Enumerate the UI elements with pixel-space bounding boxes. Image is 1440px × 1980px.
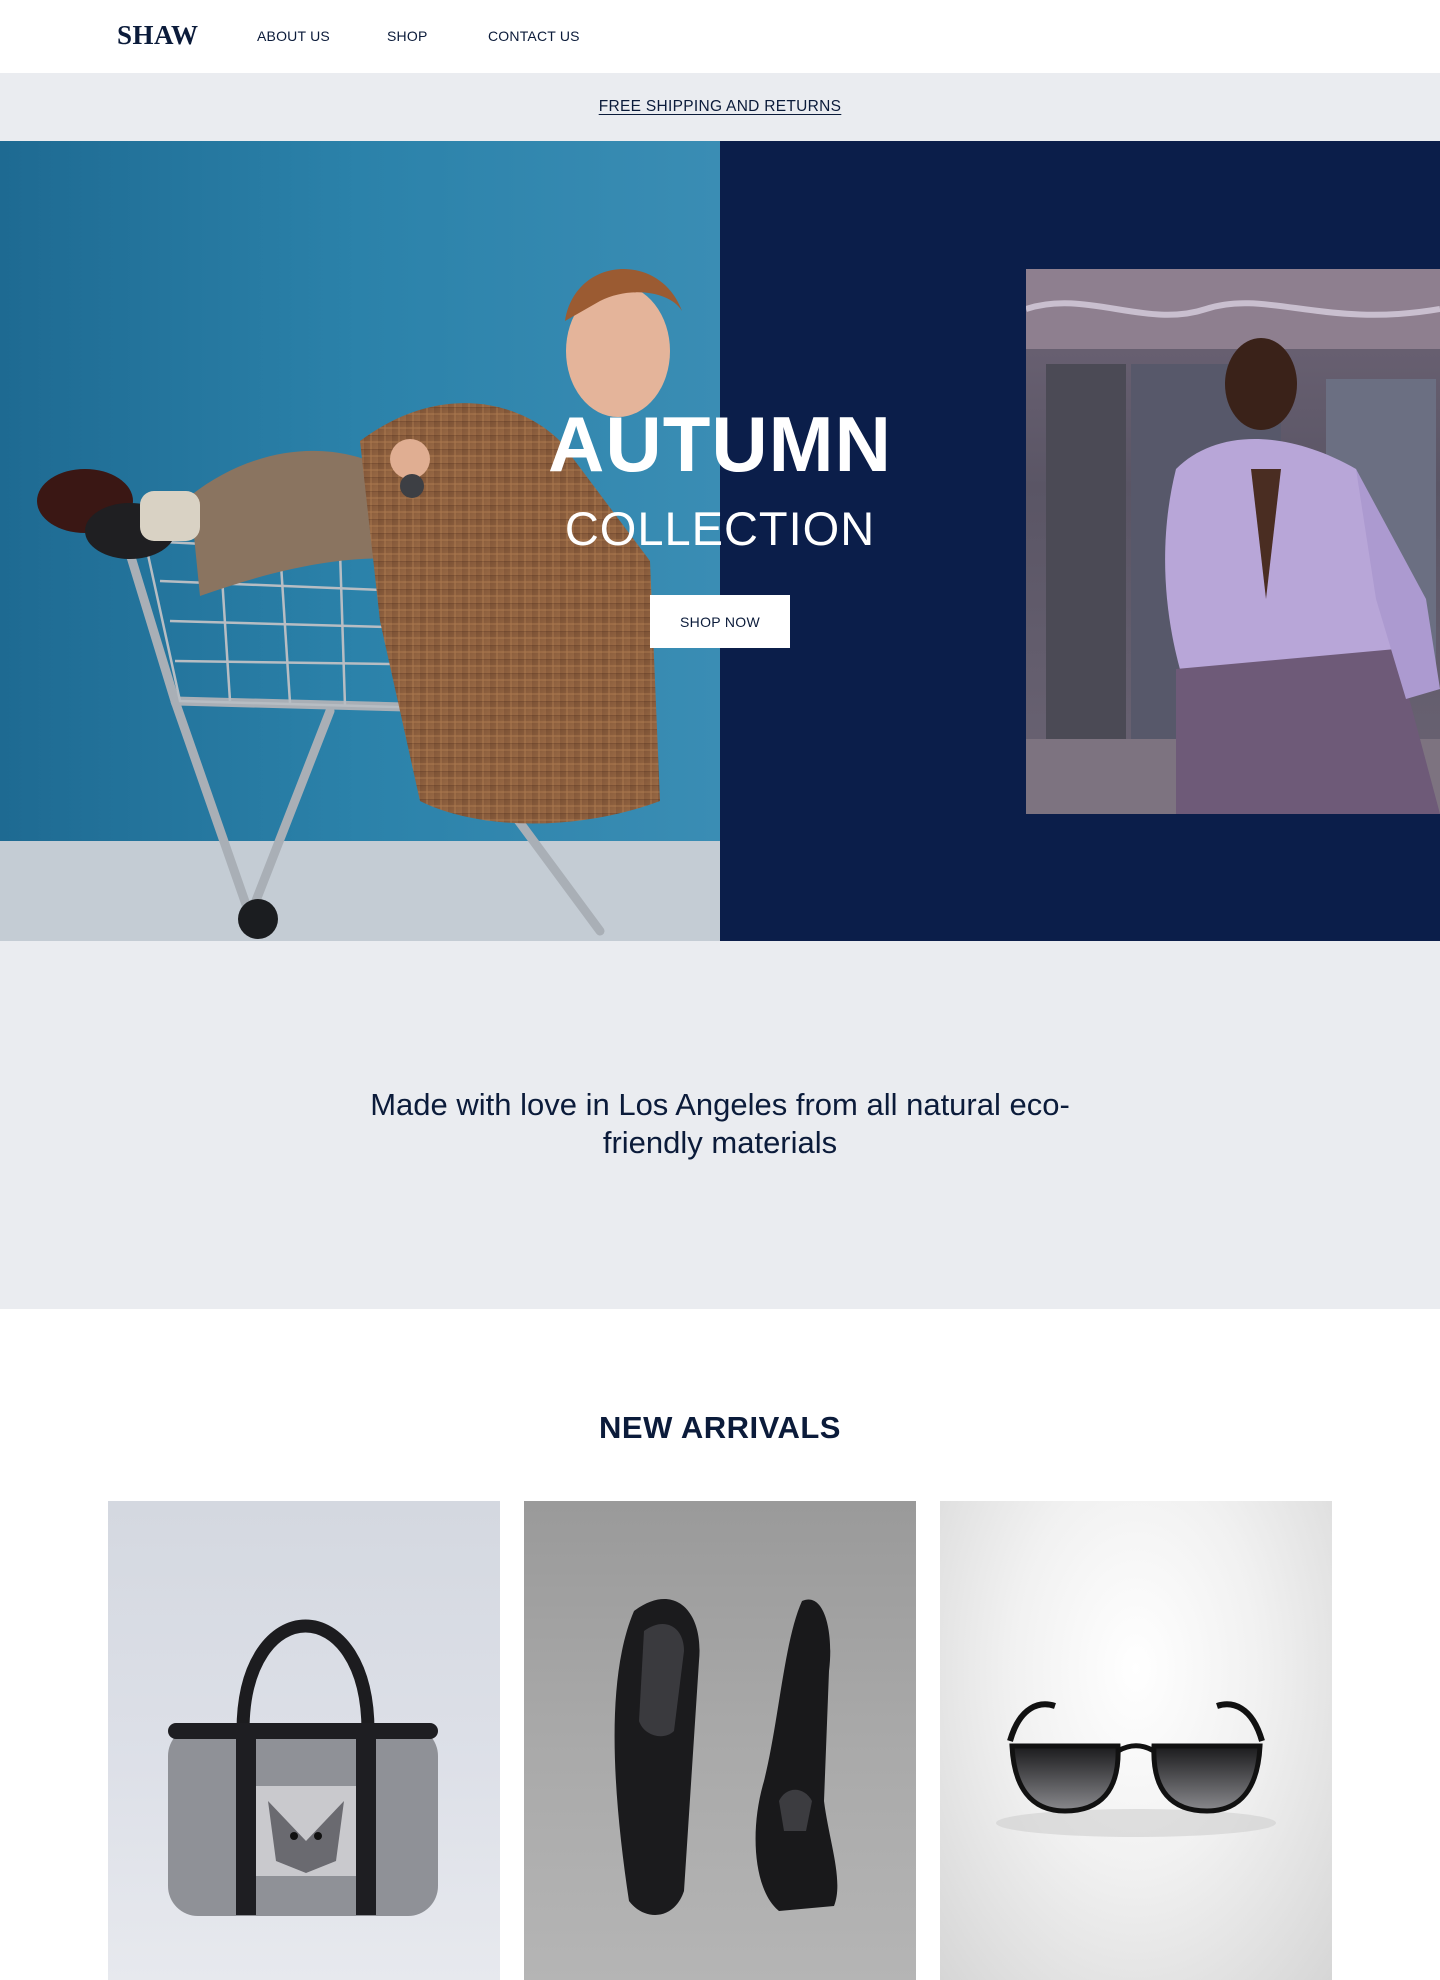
- new-arrivals-title: NEW ARRIVALS: [599, 1410, 841, 1445]
- product-card-loafers[interactable]: [524, 1501, 916, 1980]
- loafers-image: [614, 1599, 838, 1915]
- sunglasses-image: [996, 1701, 1276, 1837]
- hero-title: AUTUMN: [548, 400, 892, 488]
- site-header: SHAW ABOUT US SHOP CONTACT US: [0, 0, 1440, 73]
- hero-banner: AUTUMN COLLECTION SHOP NOW: [0, 141, 1440, 941]
- nav-link-about-us[interactable]: ABOUT US: [257, 28, 330, 44]
- product-card-bag[interactable]: [108, 1501, 500, 1980]
- shop-now-button[interactable]: SHOP NOW: [650, 595, 790, 648]
- tagline-section: Made with love in Los Angeles from all n…: [0, 941, 1440, 1309]
- free-shipping-link[interactable]: FREE SHIPPING AND RETURNS: [599, 98, 842, 116]
- product-card-sunglasses[interactable]: [940, 1501, 1332, 1980]
- nav-link-shop[interactable]: SHOP: [387, 28, 427, 44]
- site-logo[interactable]: SHAW: [117, 20, 199, 51]
- tagline-text: Made with love in Los Angeles from all n…: [370, 1087, 1070, 1160]
- duffel-bag-image: [168, 1619, 438, 1916]
- nav-link-contact-us[interactable]: CONTACT US: [488, 28, 580, 44]
- announcement-bar: FREE SHIPPING AND RETURNS: [0, 73, 1440, 141]
- hero-subtitle: COLLECTION: [564, 502, 876, 555]
